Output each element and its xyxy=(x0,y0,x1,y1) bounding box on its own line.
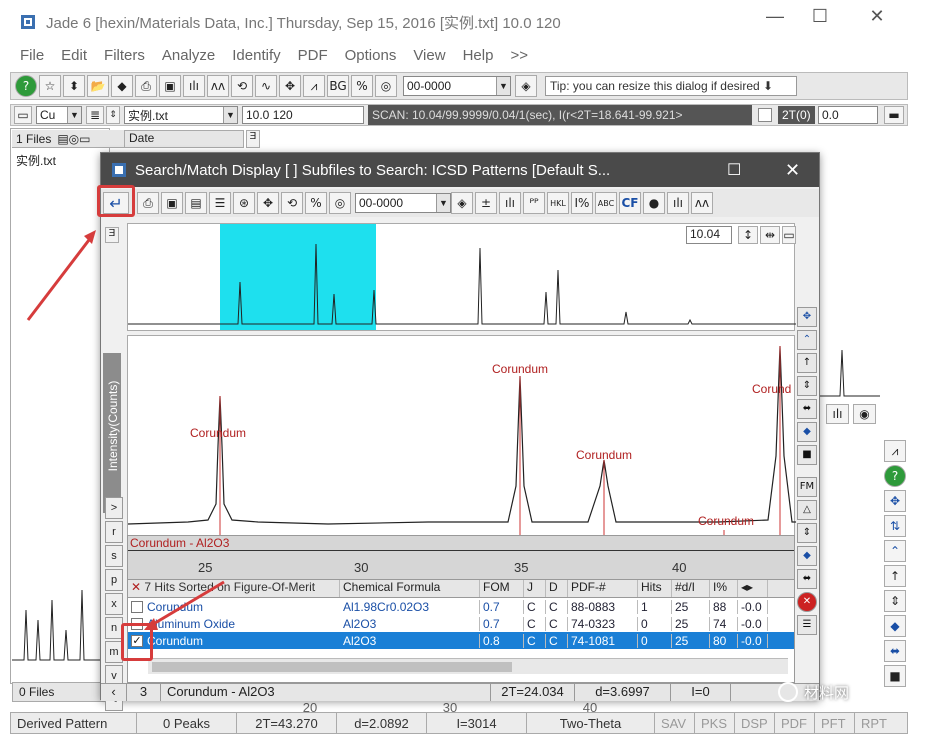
watermark-text: 材料网 xyxy=(804,684,850,702)
arrow-head xyxy=(144,618,158,630)
wechat-icon xyxy=(778,682,798,702)
annotation-arrows xyxy=(26,230,225,630)
watermark: 材料网 xyxy=(778,680,918,704)
